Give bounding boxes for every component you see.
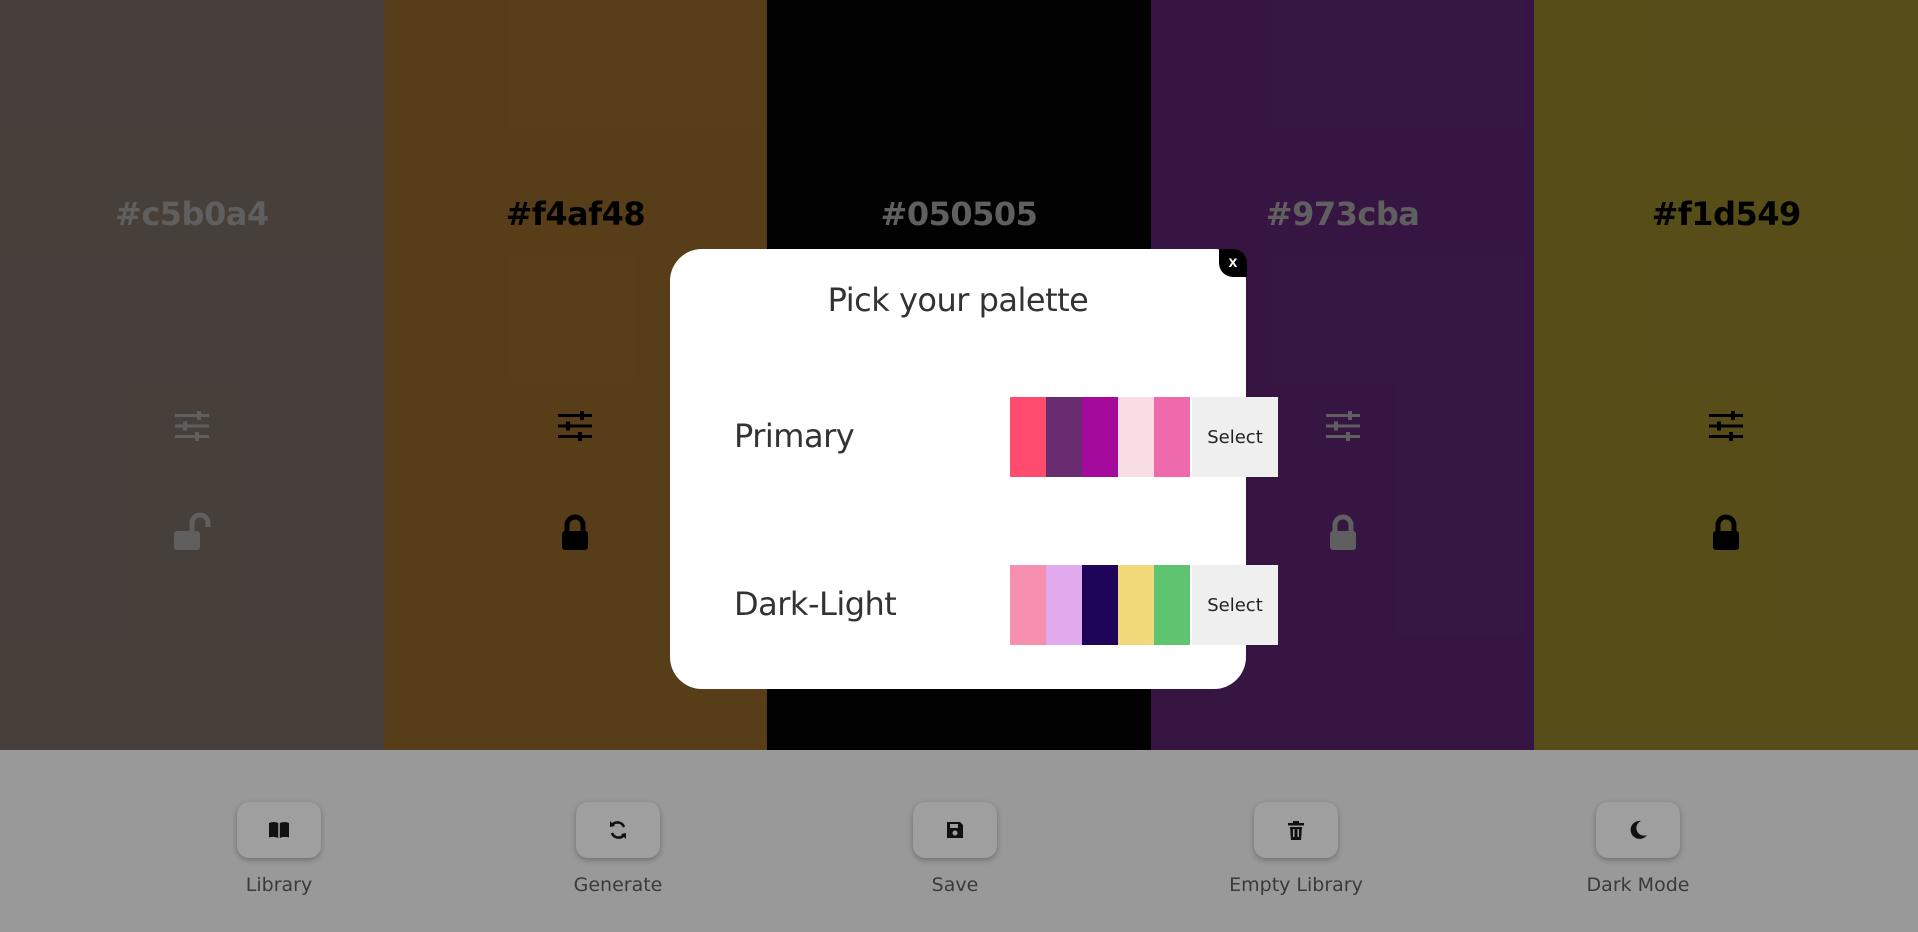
palette-row-primary: Primary Select	[734, 397, 1278, 477]
moon-icon	[1630, 820, 1647, 839]
empty-library-control: Empty Library	[1196, 802, 1396, 896]
swatch	[1046, 397, 1082, 477]
select-palette-button[interactable]: Select	[1192, 565, 1278, 645]
palette-name: Dark-Light	[734, 585, 897, 623]
palette-name: Primary	[734, 417, 855, 455]
swatch	[1118, 397, 1154, 477]
dark-mode-label: Dark Mode	[1586, 874, 1690, 896]
swatch	[1046, 565, 1082, 645]
palette-swatches	[1010, 397, 1190, 477]
refresh-icon	[610, 821, 626, 839]
generate-label: Generate	[573, 874, 663, 896]
empty-library-label: Empty Library	[1229, 874, 1363, 896]
swatch	[1154, 397, 1190, 477]
book-icon	[269, 822, 289, 838]
library-label: Library	[245, 874, 313, 896]
empty-library-button[interactable]	[1254, 802, 1338, 858]
generate-control: Generate	[518, 802, 718, 896]
trash-icon	[1288, 820, 1304, 840]
swatch	[1010, 397, 1046, 477]
save-control: Save	[855, 802, 1055, 896]
palette-row-dark-light: Dark-Light Select	[734, 565, 1278, 645]
save-button[interactable]	[913, 802, 997, 858]
save-label: Save	[931, 874, 979, 896]
generate-button[interactable]	[576, 802, 660, 858]
swatch	[1082, 397, 1118, 477]
save-icon	[947, 822, 963, 838]
select-palette-button[interactable]: Select	[1192, 397, 1278, 477]
swatch	[1118, 565, 1154, 645]
library-button[interactable]	[237, 802, 321, 858]
swatch	[1010, 565, 1046, 645]
dark-mode-button[interactable]	[1596, 802, 1680, 858]
palette-swatches	[1010, 565, 1190, 645]
popup-title: Pick your palette	[827, 281, 1089, 319]
swatch	[1154, 565, 1190, 645]
close-popup-button[interactable]: x	[1219, 249, 1247, 277]
dark-mode-control: Dark Mode	[1538, 802, 1738, 896]
swatch	[1082, 565, 1118, 645]
palette-picker-popup: x Pick your palette Primary Select Dark-…	[670, 249, 1278, 689]
library-control: Library	[179, 802, 379, 896]
